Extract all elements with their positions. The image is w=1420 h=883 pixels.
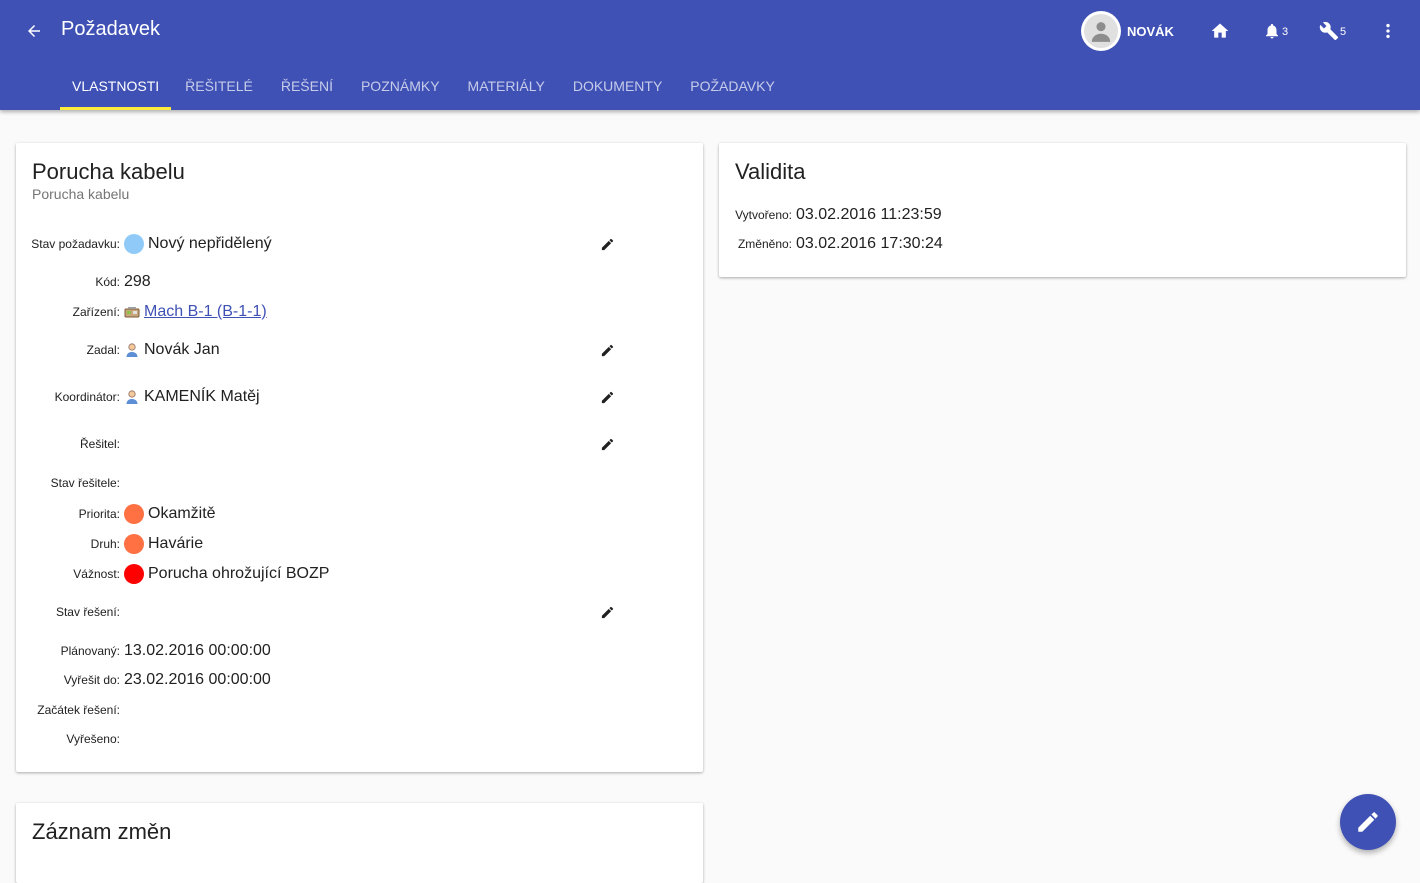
field-value: 03.02.2016 17:30:24 [796,235,943,252]
field-label: Začátek řešení: [37,703,120,717]
field-druh: Druh: Havárie [16,532,203,556]
field-label: Stav řešitele: [50,476,120,490]
tools-button[interactable]: 5 [1319,19,1346,43]
validity-card: Validita Vytvořeno: 03.02.2016 11:23:59 … [719,143,1406,277]
pencil-icon [601,438,613,450]
edit-zadal-button[interactable] [598,341,616,359]
field-label: Vytvořeno: [735,208,792,222]
bell-icon [1266,23,1278,39]
pencil-icon [601,391,613,403]
field-vytvoreno: Vytvořeno: 03.02.2016 11:23:59 [719,203,942,227]
pencil-icon [601,238,613,250]
user-icon [126,390,138,404]
type-dot [124,534,144,554]
field-label: Kód: [95,275,120,289]
edit-fab-button[interactable] [1340,794,1396,850]
app-bar: Požadavek NOVÁK 3 5 VLASTNOSTI ŘEŠITELÉ … [0,0,1420,110]
field-label: Koordinátor: [54,390,120,404]
tools-count: 5 [1340,26,1347,38]
tab-resitele[interactable]: ŘEŠITELÉ [171,62,267,110]
home-icon[interactable] [1210,19,1230,43]
field-label: Řešitel: [79,437,120,451]
field-value: Havárie [148,535,204,552]
tab-bar: VLASTNOSTI ŘEŠITELÉ ŘEŠENÍ POZNÁMKY MATE… [60,62,789,110]
avatar [1081,11,1121,51]
field-stav-reseni: Stav řešení: [16,600,124,624]
field-label: Zadal: [86,343,120,357]
field-value: 13.02.2016 00:00:00 [124,642,271,659]
field-priorita: Priorita: Okamžitě [16,502,216,526]
field-value: 23.02.2016 00:00:00 [124,671,271,688]
priority-dot [124,504,144,524]
field-value: Porucha ohrožující BOZP [148,565,330,582]
field-stav-pozadavku: Stav požadavku: Nový nepřidělený [16,232,272,256]
changelog-card: Záznam změn [16,803,703,883]
field-label: Druh: [90,537,120,551]
field-label: Vyřešeno: [66,732,120,746]
notifications-count: 3 [1282,26,1289,38]
field-label: Priorita: [78,507,120,521]
notifications-button[interactable]: 3 [1263,19,1288,43]
pencil-icon [601,606,613,618]
pencil-icon [601,344,613,356]
person-icon [1084,14,1118,48]
field-vaznost: Vážnost: Porucha ohrožující BOZP [16,562,329,586]
field-koordinator: Koordinátor: KAMENÍK Matěj [16,385,260,409]
field-value: KAMENÍK Matěj [144,388,260,405]
device-icon [124,307,140,318]
pencil-icon [1358,812,1378,832]
field-value: Novák Jan [144,341,220,358]
request-title: Porucha kabelu [32,159,185,184]
field-zarizeni: Zařízení: Mach B-1 (B-1-1) [16,300,267,324]
field-label: Změněno: [737,237,792,251]
field-kod: Kód: 298 [16,270,151,294]
field-label: Stav požadavku: [31,237,120,251]
field-zmeneno: Změněno: 03.02.2016 17:30:24 [719,232,943,256]
request-subtitle: Porucha kabelu [32,186,130,202]
user-menu[interactable]: NOVÁK [1081,11,1174,51]
field-resitel: Řešitel: [16,432,124,456]
field-zadal: Zadal: Novák Jan [16,338,220,362]
field-label: Zařízení: [72,305,120,319]
tab-poznamky[interactable]: POZNÁMKY [347,62,454,110]
severity-dot [124,564,144,584]
edit-koordinator-button[interactable] [598,388,616,406]
user-icon [126,343,138,357]
tab-dokumenty[interactable]: DOKUMENTY [559,62,676,110]
field-vyresit-do: Vyřešit do: 23.02.2016 00:00:00 [16,668,271,692]
validity-title: Validita [735,159,806,184]
request-card: Porucha kabelu Porucha kabelu Stav požad… [16,143,703,772]
field-stav-resitele: Stav řešitele: [16,471,124,495]
field-value: 298 [124,273,151,290]
field-zacatek-reseni: Začátek řešení: [16,698,124,722]
tab-pozadavky[interactable]: POŽADAVKY [676,62,789,110]
field-vyreseno: Vyřešeno: [16,727,124,751]
more-vert-icon[interactable] [1378,19,1398,43]
page-title: Požadavek [61,18,160,40]
field-label: Plánovaný: [60,644,120,658]
tab-vlastnosti[interactable]: VLASTNOSTI [60,62,172,110]
field-planovany: Plánovaný: 13.02.2016 00:00:00 [16,639,271,663]
user-name: NOVÁK [1127,23,1174,39]
wrench-icon [1319,21,1339,41]
edit-stav-pozadavku-button[interactable] [598,235,616,253]
back-arrow-icon[interactable] [22,19,46,43]
field-value: 03.02.2016 11:23:59 [796,206,942,223]
tab-materialy[interactable]: MATERIÁLY [454,62,559,110]
field-label: Vážnost: [73,567,120,581]
edit-resitel-button[interactable] [598,435,616,453]
edit-stav-reseni-button[interactable] [598,603,616,621]
device-link[interactable]: Mach B-1 (B-1-1) [144,303,267,321]
field-label: Vyřešit do: [63,673,120,687]
changelog-title: Záznam změn [32,819,172,844]
status-dot [124,234,144,254]
tab-reseni[interactable]: ŘEŠENÍ [267,62,347,110]
field-value: Okamžitě [148,505,216,522]
field-value: Nový nepřidělený [148,235,272,252]
field-label: Stav řešení: [55,605,120,619]
